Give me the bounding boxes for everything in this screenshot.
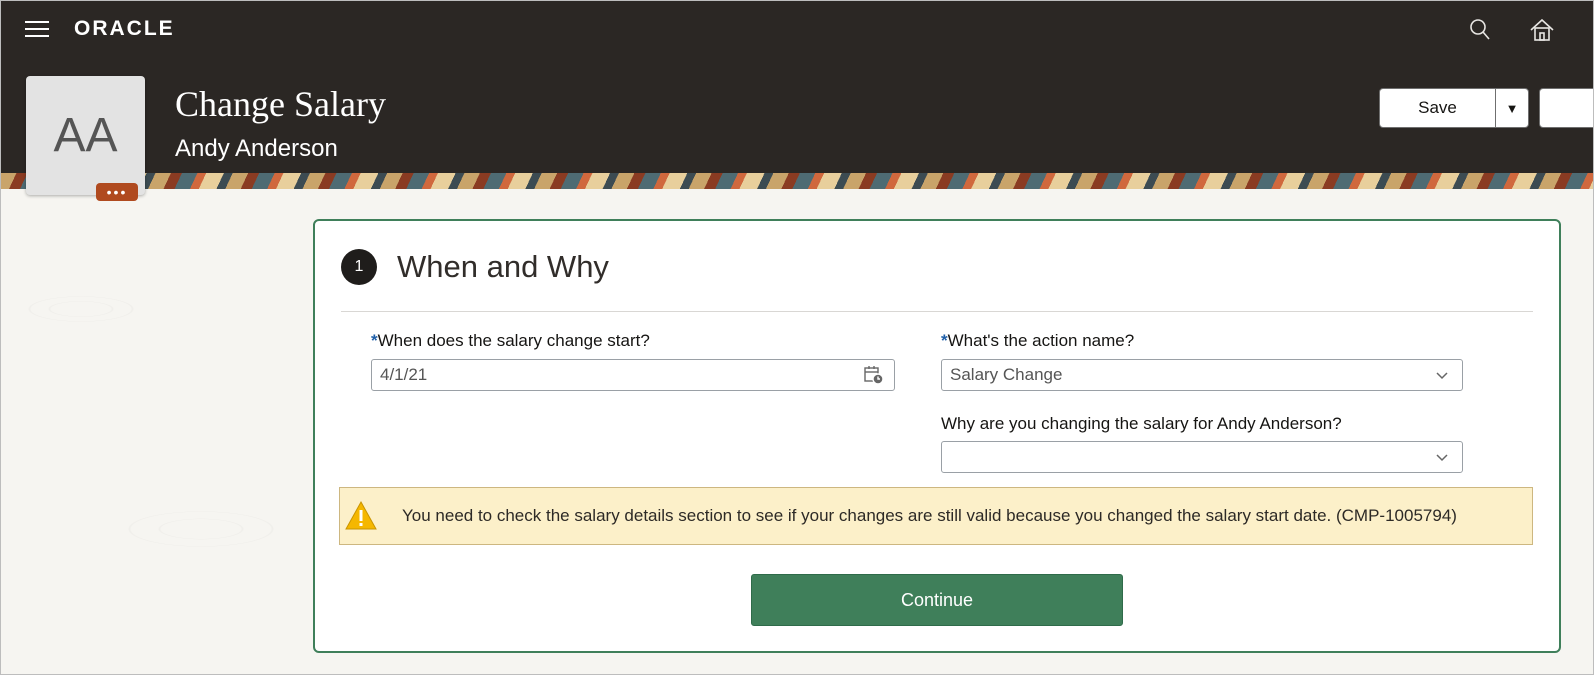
search-icon[interactable] <box>1467 17 1493 43</box>
start-date-label: *When does the salary change start? <box>371 331 650 351</box>
oracle-logo: ORACLE <box>74 17 175 40</box>
save-menu-button[interactable]: ▼ <box>1496 89 1528 127</box>
required-marker: * <box>371 331 378 350</box>
continue-button[interactable]: Continue <box>751 574 1123 626</box>
hamburger-icon[interactable] <box>25 21 49 39</box>
step-number: 1 <box>341 249 377 285</box>
person-name: Andy Anderson <box>175 135 338 162</box>
chevron-down-icon[interactable] <box>1430 363 1454 387</box>
page-title: Change Salary <box>175 84 386 124</box>
caret-down-icon: ▼ <box>1505 100 1519 116</box>
reason-label: Why are you changing the salary for Andy… <box>941 414 1342 433</box>
avatar: AA <box>26 76 145 195</box>
page-header: ORACLE Change Salary Andy Anderson Save … <box>1 1 1593 173</box>
home-icon[interactable] <box>1529 17 1555 43</box>
decorative-banner <box>1 173 1593 189</box>
save-button[interactable]: Save <box>1380 89 1496 127</box>
warning-text: You need to check the salary details sec… <box>402 506 1457 525</box>
overflow-button[interactable] <box>1539 88 1593 128</box>
reason-select[interactable] <box>941 441 1463 473</box>
step-title: When and Why <box>397 249 609 284</box>
action-name-label-text: What's the action name? <box>947 331 1135 350</box>
chevron-down-icon[interactable] <box>1430 445 1454 469</box>
action-name-label: *What's the action name? <box>941 331 1134 351</box>
divider <box>341 311 1533 312</box>
required-marker: * <box>941 331 948 350</box>
calendar-icon[interactable] <box>862 363 886 387</box>
step-card: 1 When and Why *When does the salary cha… <box>313 219 1561 653</box>
save-split-button: Save ▼ <box>1379 88 1529 128</box>
start-date-input[interactable]: 4/1/21 <box>371 359 895 391</box>
app-frame: ORACLE Change Salary Andy Anderson Save … <box>0 0 1594 675</box>
action-name-value: Salary Change <box>950 365 1063 384</box>
start-date-value: 4/1/21 <box>380 365 428 384</box>
warning-message: You need to check the salary details sec… <box>339 487 1533 545</box>
warning-icon <box>345 500 377 530</box>
start-date-label-text: When does the salary change start? <box>377 331 650 350</box>
more-icon[interactable]: ••• <box>96 183 138 201</box>
action-name-select[interactable]: Salary Change <box>941 359 1463 391</box>
